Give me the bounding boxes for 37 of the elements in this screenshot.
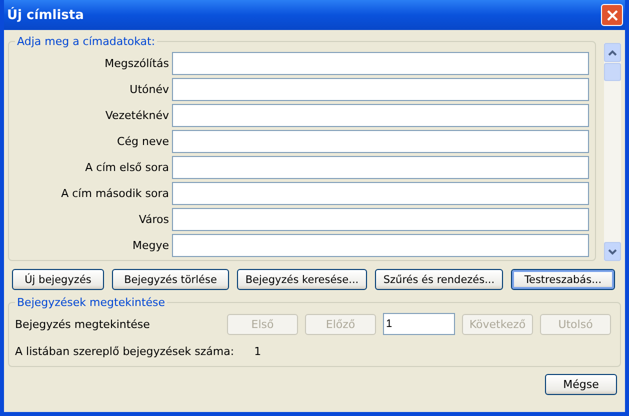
field-label: A cím első sora [84,161,169,174]
scroll-down-button[interactable] [604,242,621,261]
action-button[interactable]: Új bejegyzés [12,269,104,290]
window-title: Új címlista [7,8,84,22]
action-button[interactable]: Bejegyzés keresése... [237,269,367,290]
count-label: A listában szereplő bejegyzések száma: [15,345,234,358]
scrollbar[interactable] [604,43,621,261]
chevron-down-icon [608,248,617,254]
field-label: Megszólítás [104,57,169,70]
input-field[interactable] [172,234,589,257]
input-field[interactable] [172,104,589,127]
cancel-button[interactable]: Mégse [545,374,617,395]
field-label: Cég neve [116,135,169,148]
scroll-up-button[interactable] [604,43,621,62]
count-value: 1 [254,345,262,358]
action-button[interactable]: Testreszabás... [511,269,615,290]
field-label: Utónév [128,83,169,96]
close-icon [606,8,618,22]
input-field[interactable] [172,208,589,231]
input-field[interactable] [172,156,589,179]
navigate-label: Bejegyzés megtekintése [15,318,151,330]
field-label: A cím második sora [60,187,169,200]
action-button[interactable]: Szűrés és rendezés... [375,269,503,290]
action-button[interactable]: Bejegyzés törlése [112,269,229,290]
input-field[interactable] [172,182,589,205]
field-label: Vezetéknév [104,109,169,122]
group-legend: Adja meg a címadatokat: [15,36,158,48]
input-field[interactable] [172,78,589,101]
field-label: Város [138,213,169,226]
record-number-field[interactable]: 1 [383,313,455,335]
input-field[interactable] [172,130,589,153]
input-field[interactable] [172,52,589,75]
scroll-thumb[interactable] [604,63,621,81]
group-legend: Bejegyzések megtekintése [15,296,168,309]
field-label: Megye [131,239,169,252]
chevron-up-icon [608,50,617,56]
close-button[interactable] [601,4,623,26]
